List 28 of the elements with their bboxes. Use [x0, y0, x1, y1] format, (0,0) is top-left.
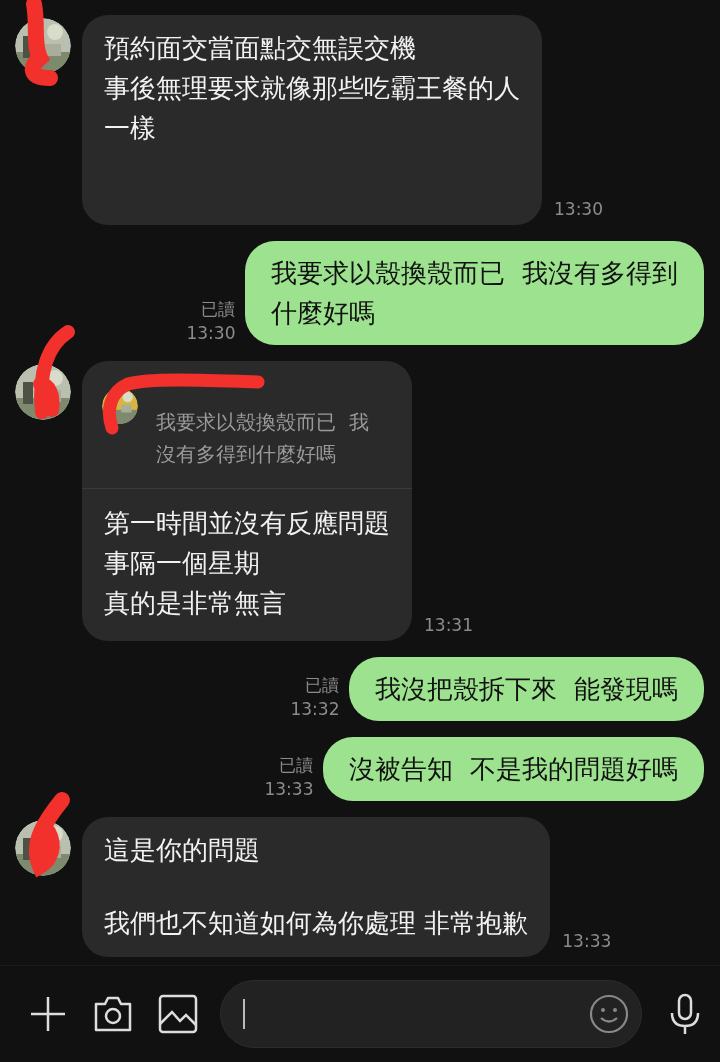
message-line: 我沒把殼拆下來 能發現嗎: [375, 673, 678, 706]
read-receipt: 已讀: [305, 674, 340, 697]
message-line: 第一時間並沒有反應問題: [104, 507, 390, 540]
message-time: 13:31: [424, 614, 473, 637]
message-line: 事後無理要求就像那些吃霸王餐的人: [104, 72, 520, 105]
smiley-icon[interactable]: [589, 994, 629, 1034]
read-receipt: 已讀: [201, 298, 236, 321]
quoted-line: 我要求以殼換殼而已 我: [156, 409, 369, 436]
message-line: 沒被告知 不是我的問題好嗎: [349, 753, 678, 786]
message-time: 13:33: [562, 930, 612, 953]
message-line: 真的是非常無言: [104, 587, 287, 620]
message-line: 事隔一個星期: [104, 547, 261, 580]
message-time: 13:32: [290, 698, 340, 721]
message-line: 什麼好嗎: [271, 297, 377, 330]
message-line: 我要求以殼換殼而已 我沒有多得到: [271, 257, 678, 290]
message-line: 我們也不知道如何為你處理 非常抱歉: [104, 907, 529, 940]
read-receipt: 已讀: [279, 754, 314, 777]
plus-icon[interactable]: [28, 994, 68, 1034]
message-time: 13:33: [264, 778, 314, 801]
message-line: 預約面交當面點交無誤交機: [104, 32, 417, 65]
camera-icon[interactable]: [92, 994, 134, 1034]
message-time: 13:30: [554, 198, 603, 221]
quoted-line: 沒有多得到什麼好嗎: [156, 441, 337, 468]
message-time: 13:30: [186, 322, 236, 345]
message-line: 這是你的問題: [104, 834, 261, 867]
image-icon[interactable]: [158, 994, 198, 1034]
message-line: 一樣: [104, 112, 157, 145]
microphone-icon[interactable]: [668, 993, 702, 1035]
